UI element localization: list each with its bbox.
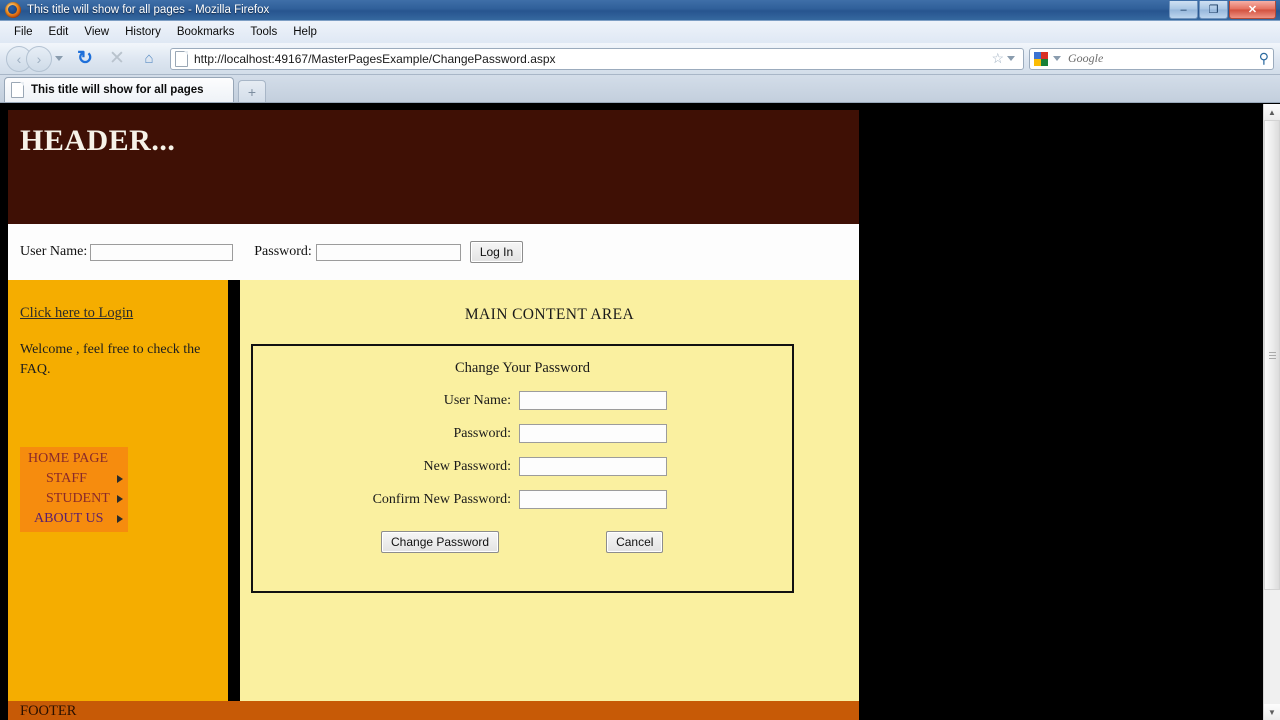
sidebar-item-about-us[interactable]: ABOUT US (20, 509, 128, 529)
tab-strip: This title will show for all pages + (0, 75, 1280, 103)
scrollbar-thumb[interactable] (1264, 120, 1280, 590)
nav-buttons: ‹ › ↻ ✕ ⌂ (6, 45, 165, 72)
sidebar-item-home-page[interactable]: HOME PAGE (20, 449, 128, 469)
google-icon (1034, 51, 1048, 66)
reload-icon[interactable]: ↻ (72, 46, 98, 72)
page-icon (175, 50, 188, 67)
address-dropdown-icon[interactable] (1007, 56, 1015, 61)
login-password-input[interactable] (315, 243, 461, 261)
field-row-new-password: New Password: (253, 457, 792, 476)
menu-file[interactable]: File (6, 24, 41, 40)
window-titlebar: This title will show for all pages - Moz… (0, 0, 1280, 21)
browser-window: This title will show for all pages - Moz… (0, 0, 1280, 720)
menu-history[interactable]: History (117, 24, 169, 40)
sidebar-item-student[interactable]: STUDENT (20, 489, 128, 509)
url-text[interactable]: http://localhost:49167/MasterPagesExampl… (194, 52, 988, 66)
panel-title: Change Your Password (455, 360, 590, 376)
button-spacer (499, 531, 606, 553)
menu-bookmarks[interactable]: Bookmarks (169, 24, 243, 40)
sidebar-item-staff[interactable]: STAFF (20, 469, 128, 489)
sidebar-menu: HOME PAGE STAFF STUDENT ABOUT US (20, 447, 128, 532)
bookmark-star-icon[interactable]: ☆ (991, 50, 1004, 67)
field-row-confirm-password: Confirm New Password: (253, 490, 792, 509)
search-bar[interactable]: Google ⚲ (1029, 47, 1274, 70)
site-header-title: HEADER... (20, 124, 176, 157)
field-row-password: Password: (253, 424, 792, 443)
web-page: HEADER... User Name: Password: Log In Cl… (8, 104, 859, 720)
change-password-button[interactable]: Change Password (381, 531, 500, 553)
maximize-button[interactable]: ❐ (1199, 1, 1228, 19)
menu-tools[interactable]: Tools (242, 24, 285, 40)
sidebar-item-label: HOME PAGE (28, 451, 108, 466)
menu-edit[interactable]: Edit (41, 24, 77, 40)
address-bar[interactable]: http://localhost:49167/MasterPagesExampl… (170, 47, 1024, 70)
scroll-down-button[interactable]: ▼ (1264, 704, 1280, 720)
search-icon[interactable]: ⚲ (1259, 50, 1269, 67)
new-password-input[interactable] (519, 457, 667, 476)
chevron-right-icon (117, 495, 123, 503)
stop-icon[interactable]: ✕ (104, 46, 130, 72)
navigation-toolbar: ‹ › ↻ ✕ ⌂ http://localhost:49167/MasterP… (0, 43, 1280, 75)
sidebar-item-label: STAFF (46, 471, 87, 486)
panel-buttons: Change Password Cancel (253, 531, 792, 553)
login-username-label: User Name: (20, 244, 88, 259)
main-content: MAIN CONTENT AREA Change Your Password U… (240, 280, 859, 701)
scrollbar-grip-icon (1268, 350, 1276, 361)
forward-icon[interactable]: › (26, 45, 52, 72)
login-bar: User Name: Password: Log In (8, 224, 859, 280)
login-password-label: Password: (254, 244, 312, 259)
field-row-username: User Name: (253, 391, 792, 410)
site-footer: FOOTER (8, 701, 859, 720)
chevron-right-icon (117, 515, 123, 523)
window-controls: – ❐ ✕ (1169, 1, 1276, 19)
sidebar-divider (228, 280, 240, 701)
sidebar-welcome-text: Welcome , feel free to check the FAQ. (20, 342, 201, 377)
new-password-label: New Password: (423, 458, 512, 474)
page-body: Click here to Login Welcome , feel free … (8, 280, 859, 701)
site-header: HEADER... (8, 110, 859, 224)
confirm-new-password-label: Confirm New Password: (372, 491, 511, 507)
tab-page-icon (11, 82, 24, 98)
close-button[interactable]: ✕ (1229, 1, 1276, 19)
menu-help[interactable]: Help (285, 24, 325, 40)
sidebar-login-link[interactable]: Click here to Login (20, 305, 133, 322)
scroll-up-button[interactable]: ▲ (1264, 104, 1280, 120)
window-title: This title will show for all pages - Moz… (27, 4, 270, 16)
log-in-button[interactable]: Log In (469, 241, 524, 263)
home-icon[interactable]: ⌂ (136, 46, 162, 72)
change-password-panel: Change Your Password User Name: Password… (251, 344, 794, 593)
menu-view[interactable]: View (76, 24, 117, 40)
tab-title: This title will show for all pages (31, 84, 204, 96)
page-viewport: HEADER... User Name: Password: Log In Cl… (0, 104, 1280, 720)
sidebar-item-label: STUDENT (46, 491, 110, 506)
chevron-right-icon (117, 475, 123, 483)
tab-active[interactable]: This title will show for all pages (4, 77, 234, 102)
password-label: Password: (453, 425, 511, 441)
vertical-scrollbar[interactable]: ▲ ▼ (1263, 104, 1280, 720)
history-dropdown-icon[interactable] (55, 56, 63, 61)
minimize-button[interactable]: – (1169, 1, 1198, 19)
login-username-input[interactable] (90, 243, 234, 261)
sidebar: Click here to Login Welcome , feel free … (8, 280, 228, 701)
password-input[interactable] (519, 424, 667, 443)
search-engine-dropdown-icon[interactable] (1053, 56, 1061, 61)
new-tab-button[interactable]: + (238, 80, 266, 102)
username-label: User Name: (443, 392, 511, 408)
username-input[interactable] (519, 391, 667, 410)
search-input[interactable]: Google (1068, 51, 1259, 66)
confirm-new-password-input[interactable] (519, 490, 667, 509)
main-content-title: MAIN CONTENT AREA (464, 306, 635, 323)
sidebar-item-label: ABOUT US (34, 511, 104, 526)
cancel-button[interactable]: Cancel (606, 531, 664, 553)
firefox-icon (5, 2, 21, 18)
menu-bar: File Edit View History Bookmarks Tools H… (0, 21, 1280, 43)
